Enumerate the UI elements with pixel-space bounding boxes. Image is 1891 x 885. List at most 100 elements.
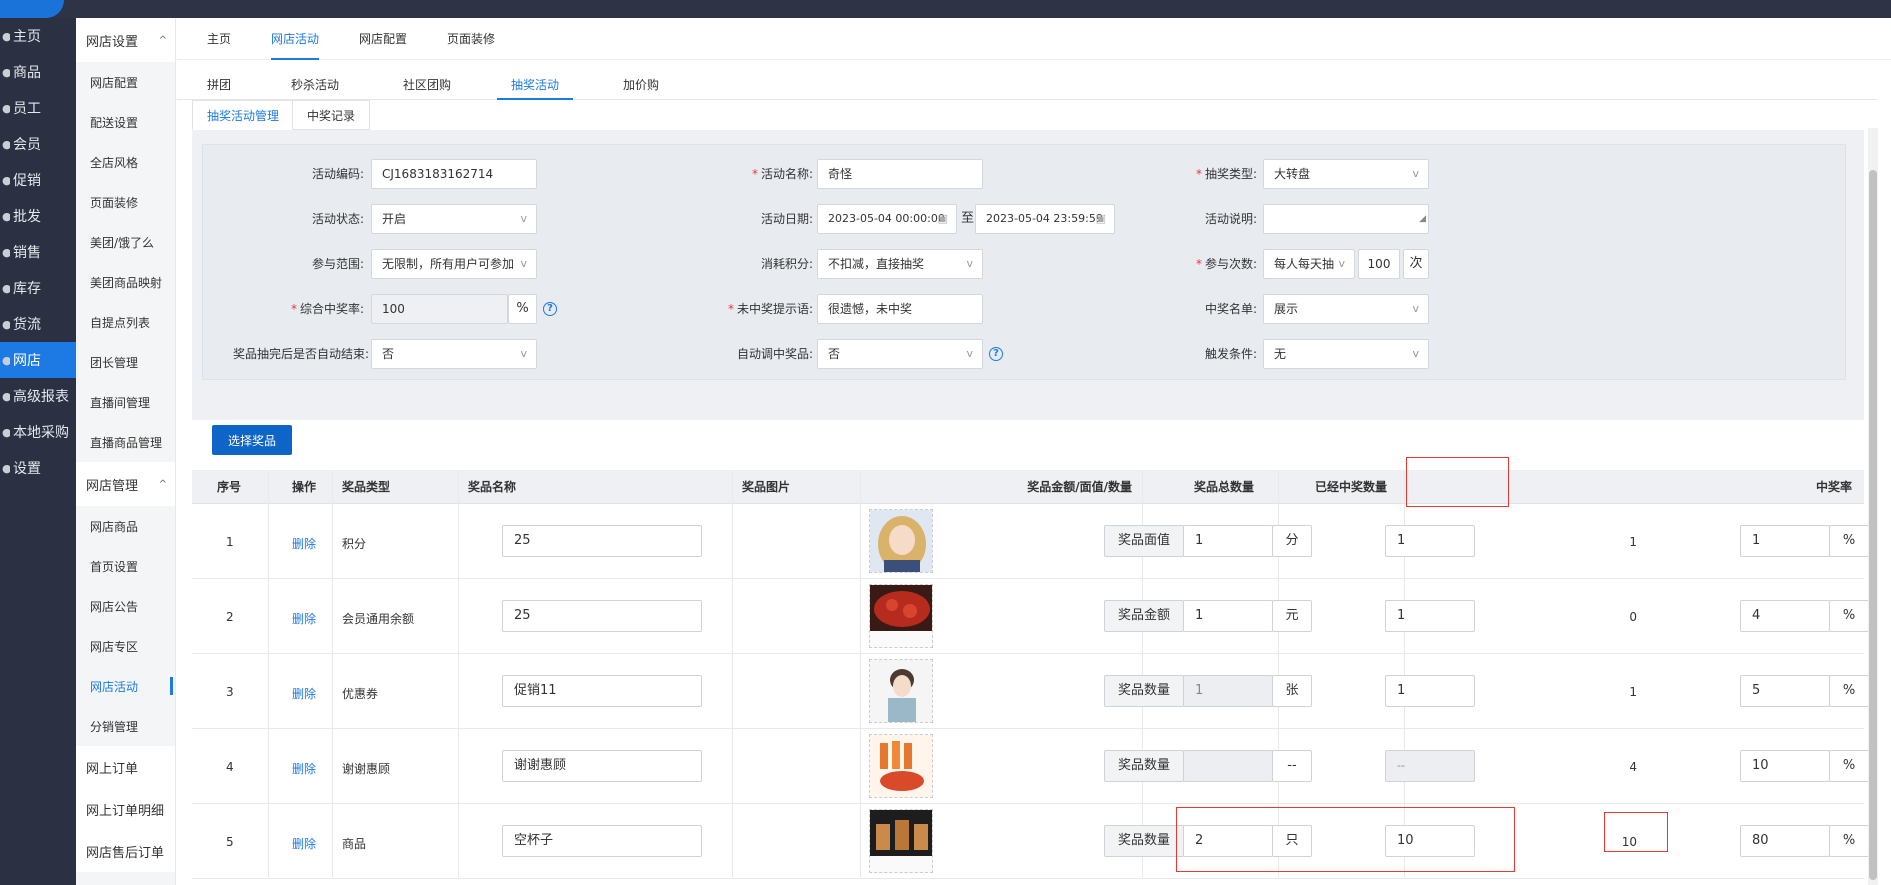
tab-add-on-purchase[interactable]: 加价购: [623, 72, 659, 100]
nav-item[interactable]: 网店专区: [76, 626, 175, 666]
prize-name-input[interactable]: 25: [502, 600, 702, 632]
win-rate-input[interactable]: 10: [1740, 750, 1830, 782]
prize-image[interactable]: [869, 809, 933, 873]
nav-item-online-orders[interactable]: 网上订单: [76, 746, 175, 788]
tab-winning-records[interactable]: 中奖记录: [292, 100, 371, 130]
sidebar-item-online-store[interactable]: ● 网店: [0, 342, 76, 378]
sidebar-item-promotion[interactable]: ● 促销: [0, 162, 76, 198]
nav-group-store-management[interactable]: 网店管理 ^: [76, 462, 175, 506]
delete-link[interactable]: 删除: [292, 535, 316, 552]
nav-item[interactable]: 页面装修: [76, 182, 175, 222]
activity-code-field[interactable]: CJ1683183162714: [371, 159, 537, 189]
end-date-picker[interactable]: 2023-05-04 23:59:59 ▣: [975, 204, 1115, 234]
lottery-type-select[interactable]: 大转盘 v: [1263, 159, 1429, 189]
amount-input[interactable]: 1: [1183, 525, 1273, 557]
nav-item[interactable]: 直播间管理: [76, 382, 175, 422]
prize-name-input[interactable]: 空杯子: [502, 825, 702, 857]
prize-image[interactable]: [869, 509, 933, 573]
nav-item[interactable]: 美团/饿了么: [76, 222, 175, 262]
amount-input[interactable]: [1183, 750, 1273, 782]
tab-group-buy[interactable]: 拼团: [207, 72, 231, 100]
prize-image[interactable]: [869, 734, 933, 798]
total-quantity-input[interactable]: 1: [1385, 675, 1475, 707]
auto-end-select[interactable]: 否v: [371, 339, 537, 369]
tab-flash-sale[interactable]: 秒杀活动: [291, 72, 339, 100]
win-rate-input[interactable]: 5: [1740, 675, 1830, 707]
help-icon[interactable]: ?: [989, 347, 1003, 361]
nav-group-store-settings[interactable]: 网店设置 ^: [76, 18, 175, 62]
amount-input[interactable]: 1: [1183, 600, 1273, 632]
nav-item-store-activity[interactable]: 网店活动: [76, 666, 175, 706]
page-scrollbar[interactable]: [1868, 128, 1878, 885]
nav-item[interactable]: 美团商品映射: [76, 262, 175, 302]
amount-type-button[interactable]: 奖品数量: [1104, 750, 1184, 782]
sidebar-item-local-purchase[interactable]: ● 本地采购: [0, 414, 76, 450]
prize-image[interactable]: [869, 584, 933, 648]
tab-page-decoration[interactable]: 页面装修: [447, 18, 495, 60]
sidebar-item-members[interactable]: ● 会员: [0, 126, 76, 162]
delete-link[interactable]: 删除: [292, 760, 316, 777]
no-win-tip-input[interactable]: 很遗憾，未中奖: [817, 294, 983, 324]
nav-item[interactable]: 自提点列表: [76, 302, 175, 342]
sidebar-item-logistics[interactable]: ● 货流: [0, 306, 76, 342]
amount-type-button[interactable]: 奖品数量: [1104, 825, 1184, 857]
win-rate-input[interactable]: 1: [1740, 525, 1830, 557]
tab-community-buy[interactable]: 社区团购: [403, 72, 451, 100]
start-date-picker[interactable]: 2023-05-04 00:00:00 ▣: [817, 204, 957, 234]
sidebar-item-inventory[interactable]: ● 库存: [0, 270, 76, 306]
nav-item[interactable]: 直播商品管理: [76, 422, 175, 462]
sidebar-item-settings[interactable]: ● 设置: [0, 450, 76, 486]
prize-name-input[interactable]: 25: [502, 525, 702, 557]
activity-status-select[interactable]: 开启 v: [371, 204, 537, 234]
total-quantity-input[interactable]: --: [1385, 750, 1475, 782]
select-prize-button[interactable]: 选择奖品: [212, 425, 292, 455]
tab-home[interactable]: 主页: [207, 18, 231, 60]
sidebar-item-products[interactable]: ● 商品: [0, 54, 76, 90]
prize-name-input[interactable]: 谢谢惠顾: [502, 750, 702, 782]
nav-item[interactable]: 网店公告: [76, 586, 175, 626]
nav-item[interactable]: 团长管理: [76, 342, 175, 382]
total-quantity-input[interactable]: 1: [1385, 600, 1475, 632]
amount-type-button[interactable]: 奖品面值: [1104, 525, 1184, 557]
nav-item[interactable]: 网店配置: [76, 62, 175, 102]
trigger-select[interactable]: 无v: [1263, 339, 1429, 369]
auto-adjust-select[interactable]: 否v: [817, 339, 983, 369]
amount-type-button[interactable]: 奖品金额: [1104, 600, 1184, 632]
sidebar-item-sales[interactable]: ● 销售: [0, 234, 76, 270]
scrollbar-thumb[interactable]: [1869, 170, 1877, 880]
points-select[interactable]: 不扣减，直接抽奖 v: [817, 249, 983, 279]
nav-item[interactable]: 全店风格: [76, 142, 175, 182]
total-quantity-input[interactable]: 1: [1385, 525, 1475, 557]
tab-store-config[interactable]: 网店配置: [359, 18, 407, 60]
activity-desc-textarea[interactable]: ◢: [1263, 204, 1429, 234]
prize-image[interactable]: [869, 659, 933, 723]
sidebar-item-reports[interactable]: ● 高级报表: [0, 378, 76, 414]
overall-rate-input[interactable]: 100: [371, 294, 508, 324]
participation-count-input[interactable]: 100: [1358, 249, 1400, 279]
nav-item[interactable]: 网店商品: [76, 506, 175, 546]
tab-lottery-management[interactable]: 抽奖活动管理: [192, 100, 295, 130]
sidebar-item-staff[interactable]: ● 员工: [0, 90, 76, 126]
delete-link[interactable]: 删除: [292, 685, 316, 702]
nav-item-order-details[interactable]: 网上订单明细: [76, 788, 175, 830]
tab-store-activity[interactable]: 网店活动: [271, 18, 320, 60]
tab-lottery[interactable]: 抽奖活动: [497, 72, 574, 100]
nav-item[interactable]: 分销管理: [76, 706, 175, 746]
scope-select[interactable]: 无限制，所有用户可参加 v: [371, 249, 537, 279]
nav-item[interactable]: 配送设置: [76, 102, 175, 142]
activity-name-field[interactable]: 奇怪: [817, 159, 983, 189]
nav-item-aftersale[interactable]: 网店售后订单: [76, 830, 175, 872]
sidebar-item-wholesale[interactable]: ● 批发: [0, 198, 76, 234]
delete-link[interactable]: 删除: [292, 610, 316, 627]
sidebar-item-home[interactable]: ● 主页: [0, 18, 76, 54]
prize-name-input[interactable]: 促销11: [502, 675, 702, 707]
amount-type-button[interactable]: 奖品数量: [1104, 675, 1184, 707]
winner-list-select[interactable]: 展示 v: [1263, 294, 1429, 324]
amount-input[interactable]: 1: [1183, 675, 1273, 707]
win-rate-input[interactable]: 4: [1740, 600, 1830, 632]
win-rate-input[interactable]: 80: [1740, 825, 1830, 857]
help-icon[interactable]: ?: [543, 302, 557, 316]
delete-link[interactable]: 删除: [292, 835, 316, 852]
nav-item[interactable]: 首页设置: [76, 546, 175, 586]
participation-period-select[interactable]: 每人每天抽 v: [1263, 249, 1355, 279]
